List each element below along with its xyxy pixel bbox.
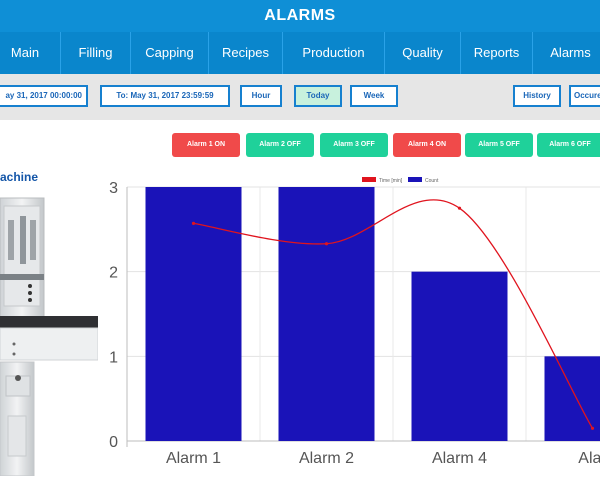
filter-bar: ay 31, 2017 00:00:00 To: May 31, 2017 23… bbox=[0, 74, 600, 120]
x-tick-label: Alarm 1 bbox=[166, 450, 221, 467]
alarm-3-badge[interactable]: Alarm 3 OFF bbox=[320, 133, 388, 157]
hour-button[interactable]: Hour bbox=[240, 85, 282, 107]
time-point bbox=[458, 207, 461, 210]
alarm-5-badge[interactable]: Alarm 5 OFF bbox=[465, 133, 533, 157]
nav-production[interactable]: Production bbox=[282, 32, 384, 74]
nav-capping[interactable]: Capping bbox=[130, 32, 208, 74]
nav-recipes[interactable]: Recipes bbox=[208, 32, 282, 74]
occurrences-button[interactable]: Occure bbox=[569, 85, 600, 107]
alarm-6-badge[interactable]: Alarm 6 OFF bbox=[537, 133, 600, 157]
chart-bar bbox=[412, 272, 508, 441]
main-nav: Main Filling Capping Recipes Production … bbox=[0, 32, 600, 74]
history-button[interactable]: History bbox=[513, 85, 561, 107]
x-tick-label: Alarm 4 bbox=[432, 450, 487, 467]
page-title: ALARMS bbox=[0, 0, 600, 32]
today-button[interactable]: Today bbox=[294, 85, 342, 107]
y-tick-label: 0 bbox=[109, 434, 118, 451]
y-tick-label: 2 bbox=[109, 265, 118, 282]
nav-quality[interactable]: Quality bbox=[384, 32, 460, 74]
alarm-1-badge[interactable]: Alarm 1 ON bbox=[172, 133, 240, 157]
week-button[interactable]: Week bbox=[350, 85, 398, 107]
chart-bar bbox=[146, 187, 242, 441]
time-point bbox=[325, 242, 328, 245]
chart-bar bbox=[279, 187, 375, 441]
x-tick-label: Alar bbox=[578, 450, 600, 467]
x-tick-label: Alarm 2 bbox=[299, 450, 354, 467]
y-tick-label: 3 bbox=[109, 180, 118, 197]
time-point bbox=[192, 222, 195, 225]
nav-reports[interactable]: Reports bbox=[460, 32, 532, 74]
chart-canvas: 0 1 2 3 Alarm 1 Alarm 2 Alarm 4 Alar Time [min… bbox=[0, 165, 600, 476]
alarm-4-badge[interactable]: Alarm 4 ON bbox=[393, 133, 461, 157]
nav-alarms[interactable]: Alarms bbox=[532, 32, 600, 74]
from-date-field[interactable]: ay 31, 2017 00:00:00 bbox=[0, 85, 88, 107]
alarms-chart: 0 1 2 3 Alarm 1 Alarm 2 Alarm 4 Alar Time [min… bbox=[0, 165, 600, 476]
nav-main[interactable]: Main bbox=[0, 32, 60, 74]
legend-label-time: Time [min] bbox=[379, 178, 403, 184]
legend-label-count: Count bbox=[425, 178, 439, 184]
legend-swatch-time bbox=[362, 177, 376, 182]
legend-swatch-count bbox=[408, 177, 422, 182]
y-tick-label: 1 bbox=[109, 349, 118, 366]
time-point bbox=[591, 427, 594, 430]
alarm-2-badge[interactable]: Alarm 2 OFF bbox=[246, 133, 314, 157]
to-date-field[interactable]: To: May 31, 2017 23:59:59 bbox=[100, 85, 230, 107]
nav-filling[interactable]: Filling bbox=[60, 32, 130, 74]
